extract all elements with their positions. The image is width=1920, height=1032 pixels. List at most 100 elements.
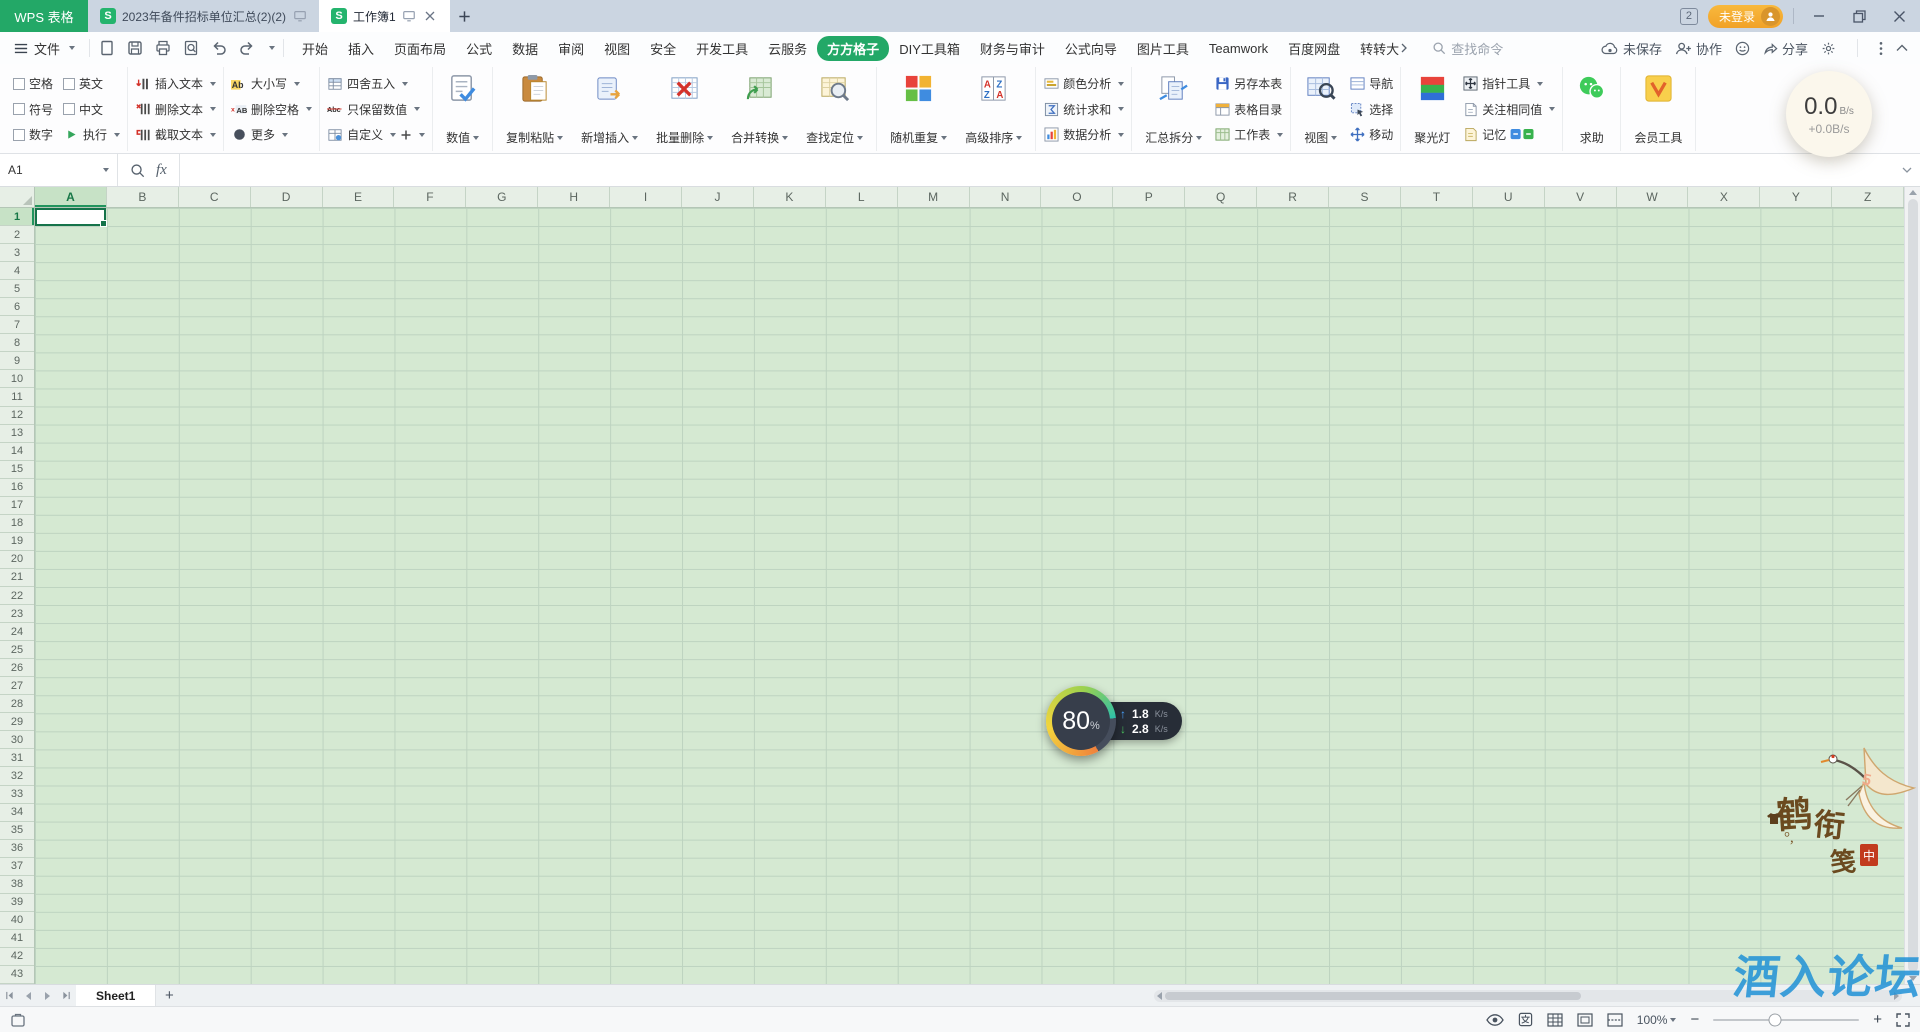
document-tab[interactable]: S2023年备件招标单位汇总(2)(2) — [88, 0, 319, 32]
row-header-6[interactable]: 6 — [0, 298, 34, 316]
menu-tab-视图[interactable]: 视图 — [594, 36, 640, 61]
row-header-41[interactable]: 41 — [0, 930, 34, 948]
row-header-16[interactable]: 16 — [0, 479, 34, 497]
ribbon-button-删除文本[interactable]: 删除文本 — [135, 97, 216, 122]
row-header-20[interactable]: 20 — [0, 551, 34, 569]
checkbox-icon[interactable] — [63, 103, 75, 115]
row-header-28[interactable]: 28 — [0, 695, 34, 713]
zoom-slider[interactable] — [1713, 1019, 1859, 1021]
menu-tab-公式[interactable]: 公式 — [456, 36, 502, 61]
menu-tab-Teamwork[interactable]: Teamwork — [1199, 38, 1278, 59]
menu-tab-转转大[interactable]: 转转大 — [1350, 36, 1418, 61]
new-file-icon[interactable] — [98, 40, 115, 57]
ribbon-button-选择[interactable]: 选择 — [1349, 97, 1393, 122]
ribbon-button-视图[interactable]: 视图 — [1298, 69, 1343, 149]
ribbon-button-随机重复[interactable]: 随机重复 — [884, 69, 953, 149]
menu-tab-开发工具[interactable]: 开发工具 — [686, 36, 758, 61]
menu-tab-方方格子[interactable]: 方方格子 — [817, 36, 889, 61]
column-header-E[interactable]: E — [323, 187, 395, 207]
row-header-24[interactable]: 24 — [0, 623, 34, 641]
row-header-40[interactable]: 40 — [0, 912, 34, 930]
zoom-search-icon[interactable] — [130, 163, 145, 178]
row-header-9[interactable]: 9 — [0, 352, 34, 370]
next-sheet-button[interactable] — [38, 985, 57, 1006]
scroll-up-icon[interactable] — [1909, 190, 1917, 195]
column-header-F[interactable]: F — [394, 187, 466, 207]
ribbon-button-插入文本[interactable]: 插入文本 — [135, 71, 216, 96]
ribbon-button-高级排序[interactable]: AZZA高级排序 — [959, 69, 1028, 149]
column-header-D[interactable]: D — [251, 187, 323, 207]
ribbon-button-合并转换[interactable]: 合并转换 — [725, 69, 794, 149]
column-header-S[interactable]: S — [1329, 187, 1401, 207]
speed-ball-widget[interactable]: 0.0 B/s +0.0B/s — [1786, 71, 1872, 157]
menu-tab-云服务[interactable]: 云服务 — [758, 36, 817, 61]
restore-button[interactable] — [1844, 0, 1874, 32]
checkbox-英文[interactable]: 英文 — [63, 75, 103, 92]
ribbon-button-更多[interactable]: 更多 — [231, 122, 312, 147]
row-header-10[interactable]: 10 — [0, 370, 34, 388]
command-search[interactable]: 查找命令 — [1432, 39, 1503, 58]
share-button[interactable]: 分享 — [1763, 39, 1808, 58]
cell-grid[interactable] — [35, 208, 1904, 984]
row-header-21[interactable]: 21 — [0, 569, 34, 587]
fx-icon[interactable]: fx — [156, 162, 167, 179]
row-header-33[interactable]: 33 — [0, 786, 34, 804]
checkbox-icon[interactable] — [13, 78, 25, 90]
row-header-23[interactable]: 23 — [0, 605, 34, 623]
row-header-35[interactable]: 35 — [0, 822, 34, 840]
redo-icon[interactable] — [238, 40, 255, 57]
row-header-7[interactable]: 7 — [0, 316, 34, 334]
column-header-P[interactable]: P — [1113, 187, 1185, 207]
eye-protect-icon[interactable] — [1486, 1014, 1504, 1026]
ribbon-button-会员工具[interactable]: 会员工具 — [1628, 69, 1688, 149]
checkbox-中文[interactable]: 中文 — [63, 101, 103, 118]
feedback-smiley-icon[interactable] — [1735, 41, 1750, 56]
checkbox-icon[interactable] — [13, 129, 25, 141]
login-button[interactable]: 未登录 — [1708, 5, 1783, 28]
row-header-13[interactable]: 13 — [0, 425, 34, 443]
column-header-L[interactable]: L — [826, 187, 898, 207]
column-header-U[interactable]: U — [1473, 187, 1545, 207]
print-preview-icon[interactable] — [182, 40, 199, 57]
menu-tab-公式向导[interactable]: 公式向导 — [1055, 36, 1127, 61]
menu-tab-安全[interactable]: 安全 — [640, 36, 686, 61]
row-header-38[interactable]: 38 — [0, 876, 34, 894]
column-header-B[interactable]: B — [107, 187, 179, 207]
row-header-27[interactable]: 27 — [0, 677, 34, 695]
ribbon-button-聚光灯[interactable]: 聚光灯 — [1408, 69, 1456, 149]
row-header-8[interactable]: 8 — [0, 334, 34, 352]
ribbon-button-另存本表[interactable]: 另存本表 — [1214, 71, 1283, 96]
menu-tab-百度网盘[interactable]: 百度网盘 — [1278, 36, 1350, 61]
column-header-X[interactable]: X — [1688, 187, 1760, 207]
new-tab-button[interactable] — [450, 0, 480, 32]
ribbon-button-移动[interactable]: 移动 — [1349, 122, 1393, 147]
column-header-V[interactable]: V — [1545, 187, 1617, 207]
chevron-right-icon[interactable] — [1401, 43, 1408, 53]
close-button[interactable] — [1884, 0, 1914, 32]
row-header-37[interactable]: 37 — [0, 858, 34, 876]
checkbox-数字[interactable]: 数字 — [13, 126, 53, 143]
add-sheet-button[interactable]: + — [156, 985, 182, 1006]
undo-icon[interactable] — [210, 40, 227, 57]
fullscreen-icon[interactable] — [1896, 1013, 1910, 1027]
horizontal-scroll-thumb[interactable] — [1165, 992, 1581, 1000]
row-header-1[interactable]: 1 — [0, 208, 34, 226]
unsaved-status[interactable]: 未保存 — [1601, 39, 1662, 58]
ribbon-button-截取文本[interactable]: 截取文本 — [135, 122, 216, 147]
menu-tab-开始[interactable]: 开始 — [292, 36, 338, 61]
column-header-H[interactable]: H — [538, 187, 610, 207]
collapse-ribbon-icon[interactable] — [1896, 44, 1908, 52]
row-header-5[interactable]: 5 — [0, 280, 34, 298]
row-header-31[interactable]: 31 — [0, 749, 34, 767]
ribbon-button-自定义[interactable]: 自定义 — [327, 122, 425, 147]
document-tab[interactable]: S工作簿1 — [319, 0, 450, 32]
column-header-N[interactable]: N — [970, 187, 1042, 207]
column-header-J[interactable]: J — [682, 187, 754, 207]
print-icon[interactable] — [154, 40, 171, 57]
checkbox-icon[interactable] — [13, 103, 25, 115]
minimize-button[interactable] — [1804, 0, 1834, 32]
ribbon-button-新增插入[interactable]: 新增插入 — [575, 69, 644, 149]
ribbon-button-工作表[interactable]: 工作表 — [1214, 122, 1283, 147]
column-header-O[interactable]: O — [1041, 187, 1113, 207]
row-header-19[interactable]: 19 — [0, 533, 34, 551]
